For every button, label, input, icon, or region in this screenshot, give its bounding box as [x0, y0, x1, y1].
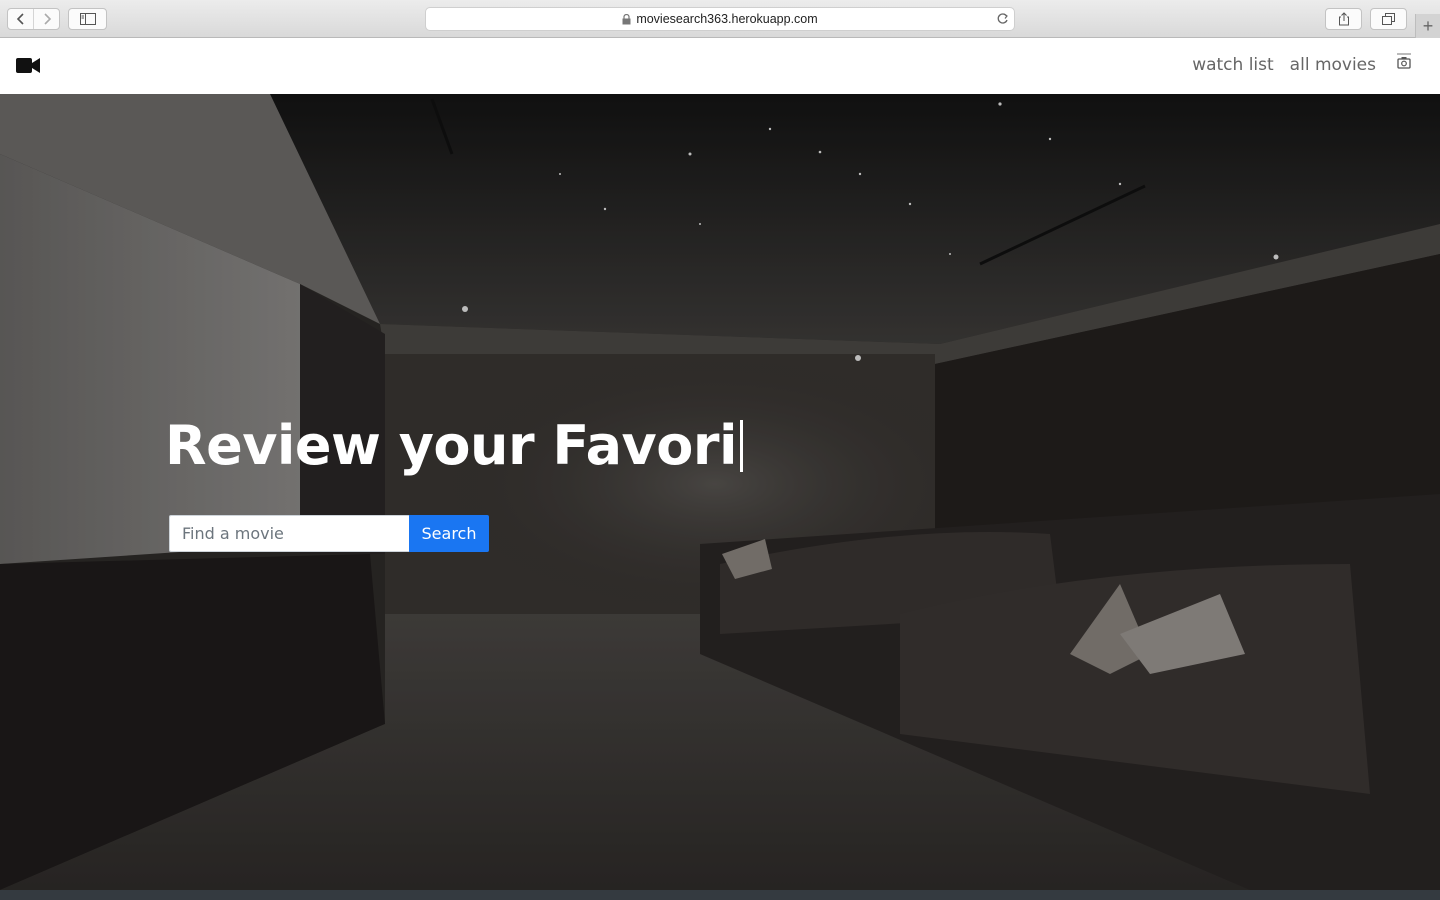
share-icon	[1338, 12, 1349, 26]
show-tabs-button[interactable]	[1370, 8, 1407, 30]
nav-link-watch-list[interactable]: watch list	[1192, 55, 1273, 75]
share-button[interactable]	[1325, 8, 1362, 30]
sidebar-icon	[79, 13, 96, 25]
browser-toolbar: moviesearch363.herokuapp.com +	[0, 0, 1440, 38]
hero-headline: Review your Favori	[165, 414, 744, 477]
chevron-left-icon	[16, 13, 24, 25]
video-camera-icon	[16, 58, 40, 73]
plus-icon: +	[1422, 15, 1434, 36]
headline-text: Review your Favori	[165, 414, 738, 477]
search-button[interactable]: Search	[409, 515, 489, 552]
chevron-right-icon	[43, 13, 51, 25]
tabs-icon	[1381, 13, 1395, 25]
url-text: moviesearch363.herokuapp.com	[636, 12, 818, 26]
camera-icon[interactable]	[1394, 52, 1414, 70]
movie-search-form: Search	[169, 515, 489, 552]
hero-section: Review your Favori Search	[0, 94, 1440, 890]
reload-icon[interactable]	[996, 12, 1009, 28]
back-button[interactable]	[8, 9, 33, 29]
address-bar[interactable]: moviesearch363.herokuapp.com	[425, 7, 1015, 31]
lock-icon	[622, 13, 631, 25]
forward-button[interactable]	[33, 9, 59, 29]
sidebar-toggle-button[interactable]	[68, 8, 107, 30]
new-tab-button[interactable]: +	[1415, 14, 1440, 38]
typing-caret	[740, 420, 744, 472]
footer-strip	[0, 890, 1440, 900]
nav-links: watch list all movies	[1192, 55, 1376, 75]
brand-logo[interactable]	[16, 58, 40, 78]
nav-link-all-movies[interactable]: all movies	[1290, 55, 1376, 75]
history-nav	[7, 8, 60, 30]
home-theater-background-image	[0, 94, 1440, 890]
movie-search-input[interactable]	[169, 515, 409, 552]
site-navbar: watch list all movies	[0, 38, 1440, 94]
